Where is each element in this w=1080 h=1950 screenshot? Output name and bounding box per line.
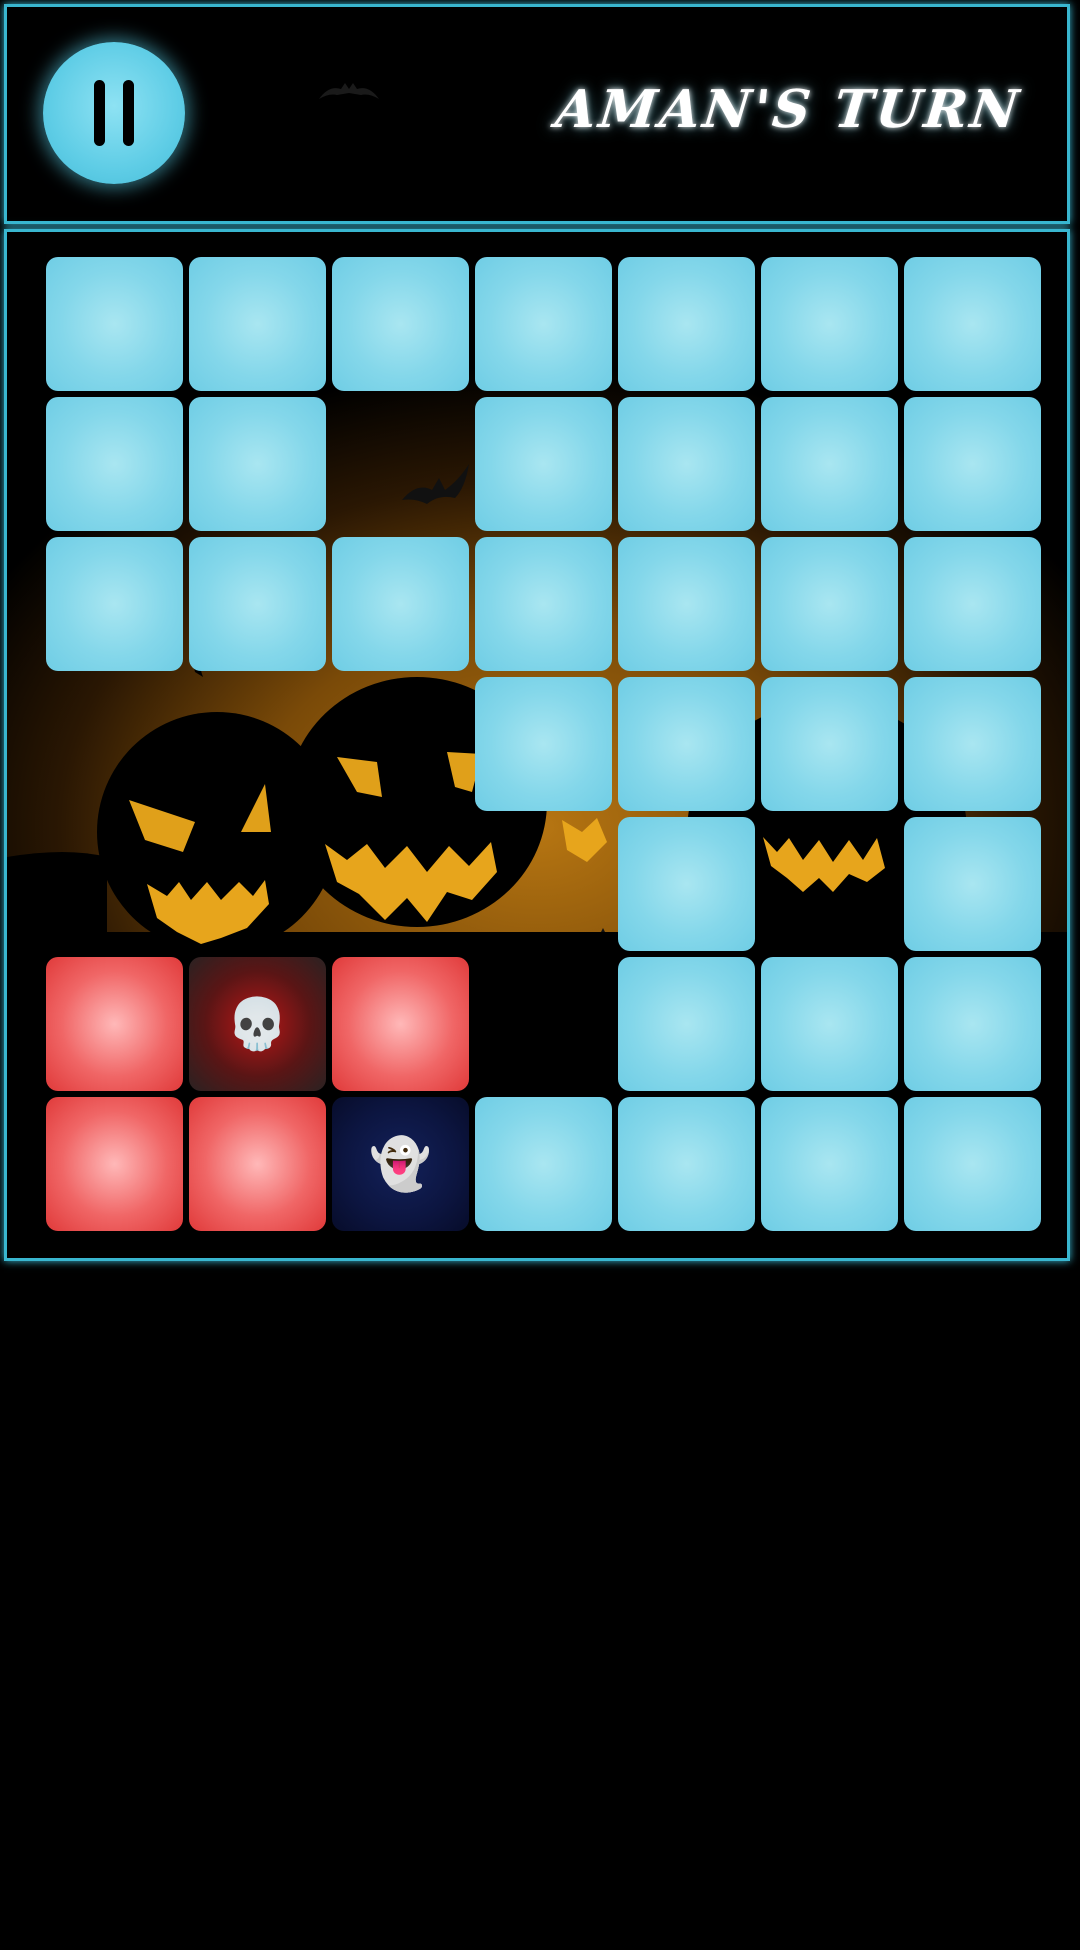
board-cell-empty[interactable] xyxy=(761,537,898,671)
board-cell-red xyxy=(332,957,469,1091)
ghost-icon: 👻 xyxy=(369,1135,432,1193)
board-cell-removed xyxy=(189,817,326,951)
top-bar: AMAN'S TURN xyxy=(4,4,1070,224)
board-cell-empty[interactable] xyxy=(904,257,1041,391)
board-cell-empty[interactable] xyxy=(618,257,755,391)
pause-icon xyxy=(123,80,134,146)
board-cell-removed xyxy=(475,817,612,951)
board-cell-empty[interactable] xyxy=(904,677,1041,811)
game-screen: AMAN'S TURN 💀 👻 xyxy=(0,0,1080,1950)
board-cell-empty[interactable] xyxy=(618,397,755,531)
skull-icon: 💀 xyxy=(226,995,289,1053)
board-cell-empty[interactable] xyxy=(761,257,898,391)
board-cell-empty[interactable] xyxy=(618,677,755,811)
board-cell-empty[interactable] xyxy=(46,537,183,671)
board-cell-empty[interactable] xyxy=(618,1097,755,1231)
board-cell-empty[interactable] xyxy=(761,957,898,1091)
board-cell-empty[interactable] xyxy=(46,397,183,531)
bat-icon xyxy=(319,83,379,99)
board-cell-skull: 💀 xyxy=(189,957,326,1091)
board-cell-empty[interactable] xyxy=(332,537,469,671)
board-cell-red xyxy=(46,957,183,1091)
board-cell-empty[interactable] xyxy=(332,257,469,391)
board-cell-empty[interactable] xyxy=(475,1097,612,1231)
board-cell-empty[interactable] xyxy=(904,397,1041,531)
board-cell-empty[interactable] xyxy=(189,257,326,391)
board-cell-empty[interactable] xyxy=(189,397,326,531)
board-cell-empty[interactable] xyxy=(475,537,612,671)
board-cell-empty[interactable] xyxy=(761,677,898,811)
board-cell-empty[interactable] xyxy=(904,817,1041,951)
board-cell-removed xyxy=(332,817,469,951)
board-cell-ghost: 👻 xyxy=(332,1097,469,1231)
board-cell-empty[interactable] xyxy=(761,1097,898,1231)
board-cell-empty[interactable] xyxy=(618,817,755,951)
board-cell-removed xyxy=(189,677,326,811)
board-cell-empty[interactable] xyxy=(475,257,612,391)
board-cell-empty[interactable] xyxy=(761,397,898,531)
pause-icon xyxy=(94,80,105,146)
board-cell-empty[interactable] xyxy=(618,537,755,671)
board-cell-removed xyxy=(332,397,469,531)
pause-button[interactable] xyxy=(43,42,185,184)
turn-indicator: AMAN'S TURN xyxy=(552,79,1025,140)
board-cell-empty[interactable] xyxy=(475,397,612,531)
board-cell-removed xyxy=(475,957,612,1091)
board-cell-empty[interactable] xyxy=(618,957,755,1091)
board-cell-empty[interactable] xyxy=(904,1097,1041,1231)
board-cell-empty[interactable] xyxy=(904,957,1041,1091)
board-cell-empty[interactable] xyxy=(46,257,183,391)
board-cell-empty[interactable] xyxy=(904,537,1041,671)
board-cell-removed xyxy=(46,817,183,951)
board-cell-red xyxy=(46,1097,183,1231)
board-cell-empty[interactable] xyxy=(475,677,612,811)
board-cell-removed xyxy=(332,677,469,811)
board-cell-empty[interactable] xyxy=(189,537,326,671)
board-cell-removed xyxy=(761,817,898,951)
board-cell-red xyxy=(189,1097,326,1231)
game-board: 💀 👻 xyxy=(4,229,1070,1261)
board-cell-removed xyxy=(46,677,183,811)
